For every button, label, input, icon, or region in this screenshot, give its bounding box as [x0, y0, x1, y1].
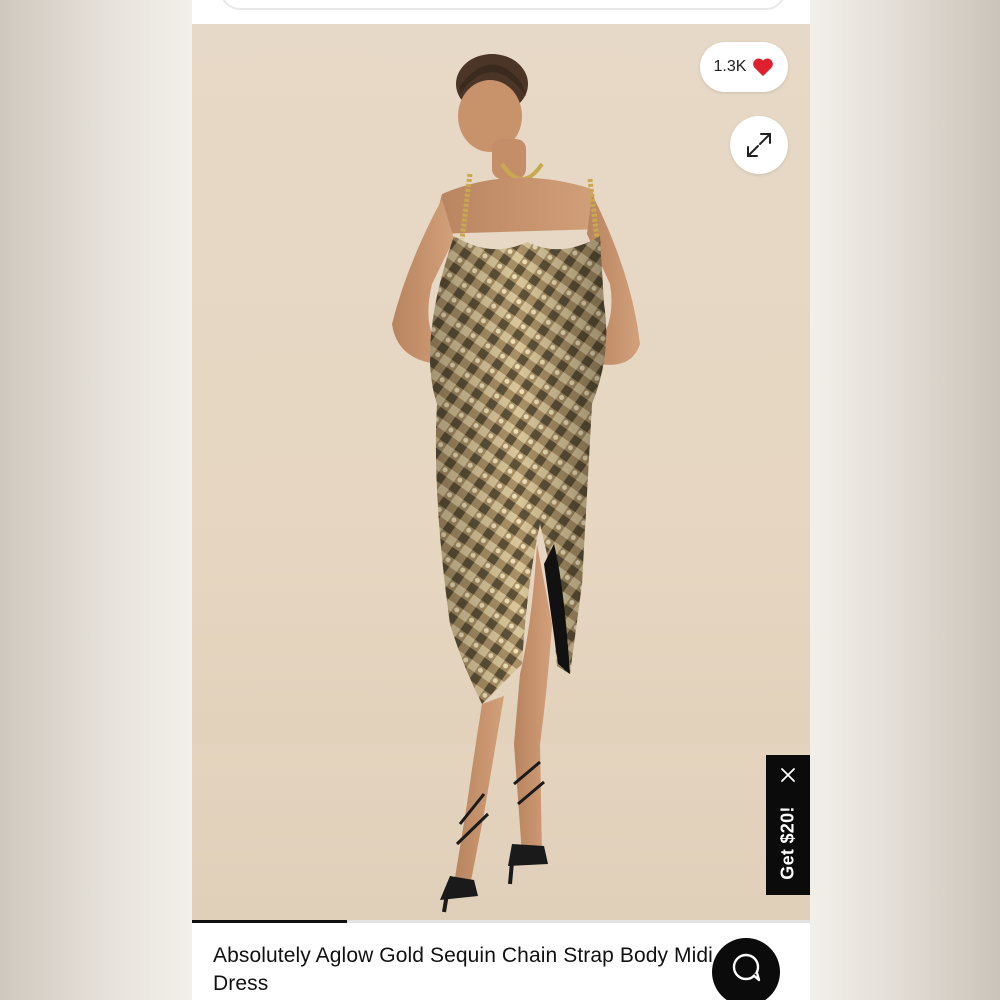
likes-count: 1.3K — [713, 58, 747, 75]
chat-button[interactable] — [712, 938, 780, 1000]
expand-image-button[interactable] — [730, 116, 788, 174]
image-carousel-progress — [192, 920, 810, 923]
promo-label[interactable]: Get $20! — [778, 806, 799, 879]
chat-bubble-icon — [732, 953, 761, 982]
heart-icon — [753, 58, 774, 77]
model-illustration — [392, 54, 640, 913]
product-image[interactable]: 1.3K — [192, 24, 810, 922]
search-bar[interactable] — [220, 0, 786, 10]
product-title: Absolutely Aglow Gold Sequin Chain Strap… — [213, 944, 713, 995]
image-carousel-progress-fill — [192, 920, 347, 923]
expand-arrows-icon — [747, 133, 771, 157]
close-icon[interactable] — [778, 765, 798, 785]
product-page: 1.3K Get $20! Absolutely Aglow Gold Sequ… — [192, 0, 810, 1000]
promo-tab[interactable]: Get $20! — [766, 755, 810, 895]
likes-button[interactable]: 1.3K — [700, 42, 788, 92]
